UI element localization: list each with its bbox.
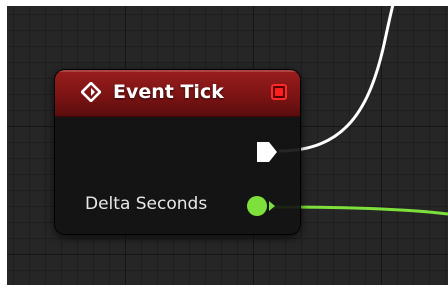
delegate-square-icon[interactable]	[271, 84, 287, 100]
delta-seconds-label: Delta Seconds	[85, 194, 208, 214]
event-diamond-icon	[81, 82, 101, 102]
float-pin-icon[interactable]	[246, 194, 276, 218]
event-tick-node[interactable]: Event Tick Delta Seconds	[55, 70, 300, 234]
frame-border-top	[0, 0, 448, 6]
exec-arrow-icon[interactable]	[255, 140, 279, 164]
blueprint-graph-canvas[interactable]: Event Tick Delta Seconds	[0, 0, 448, 291]
frame-border-bottom	[0, 285, 448, 291]
node-title: Event Tick	[113, 81, 224, 103]
node-header[interactable]: Event Tick	[55, 70, 300, 117]
frame-border-left	[0, 0, 7, 291]
